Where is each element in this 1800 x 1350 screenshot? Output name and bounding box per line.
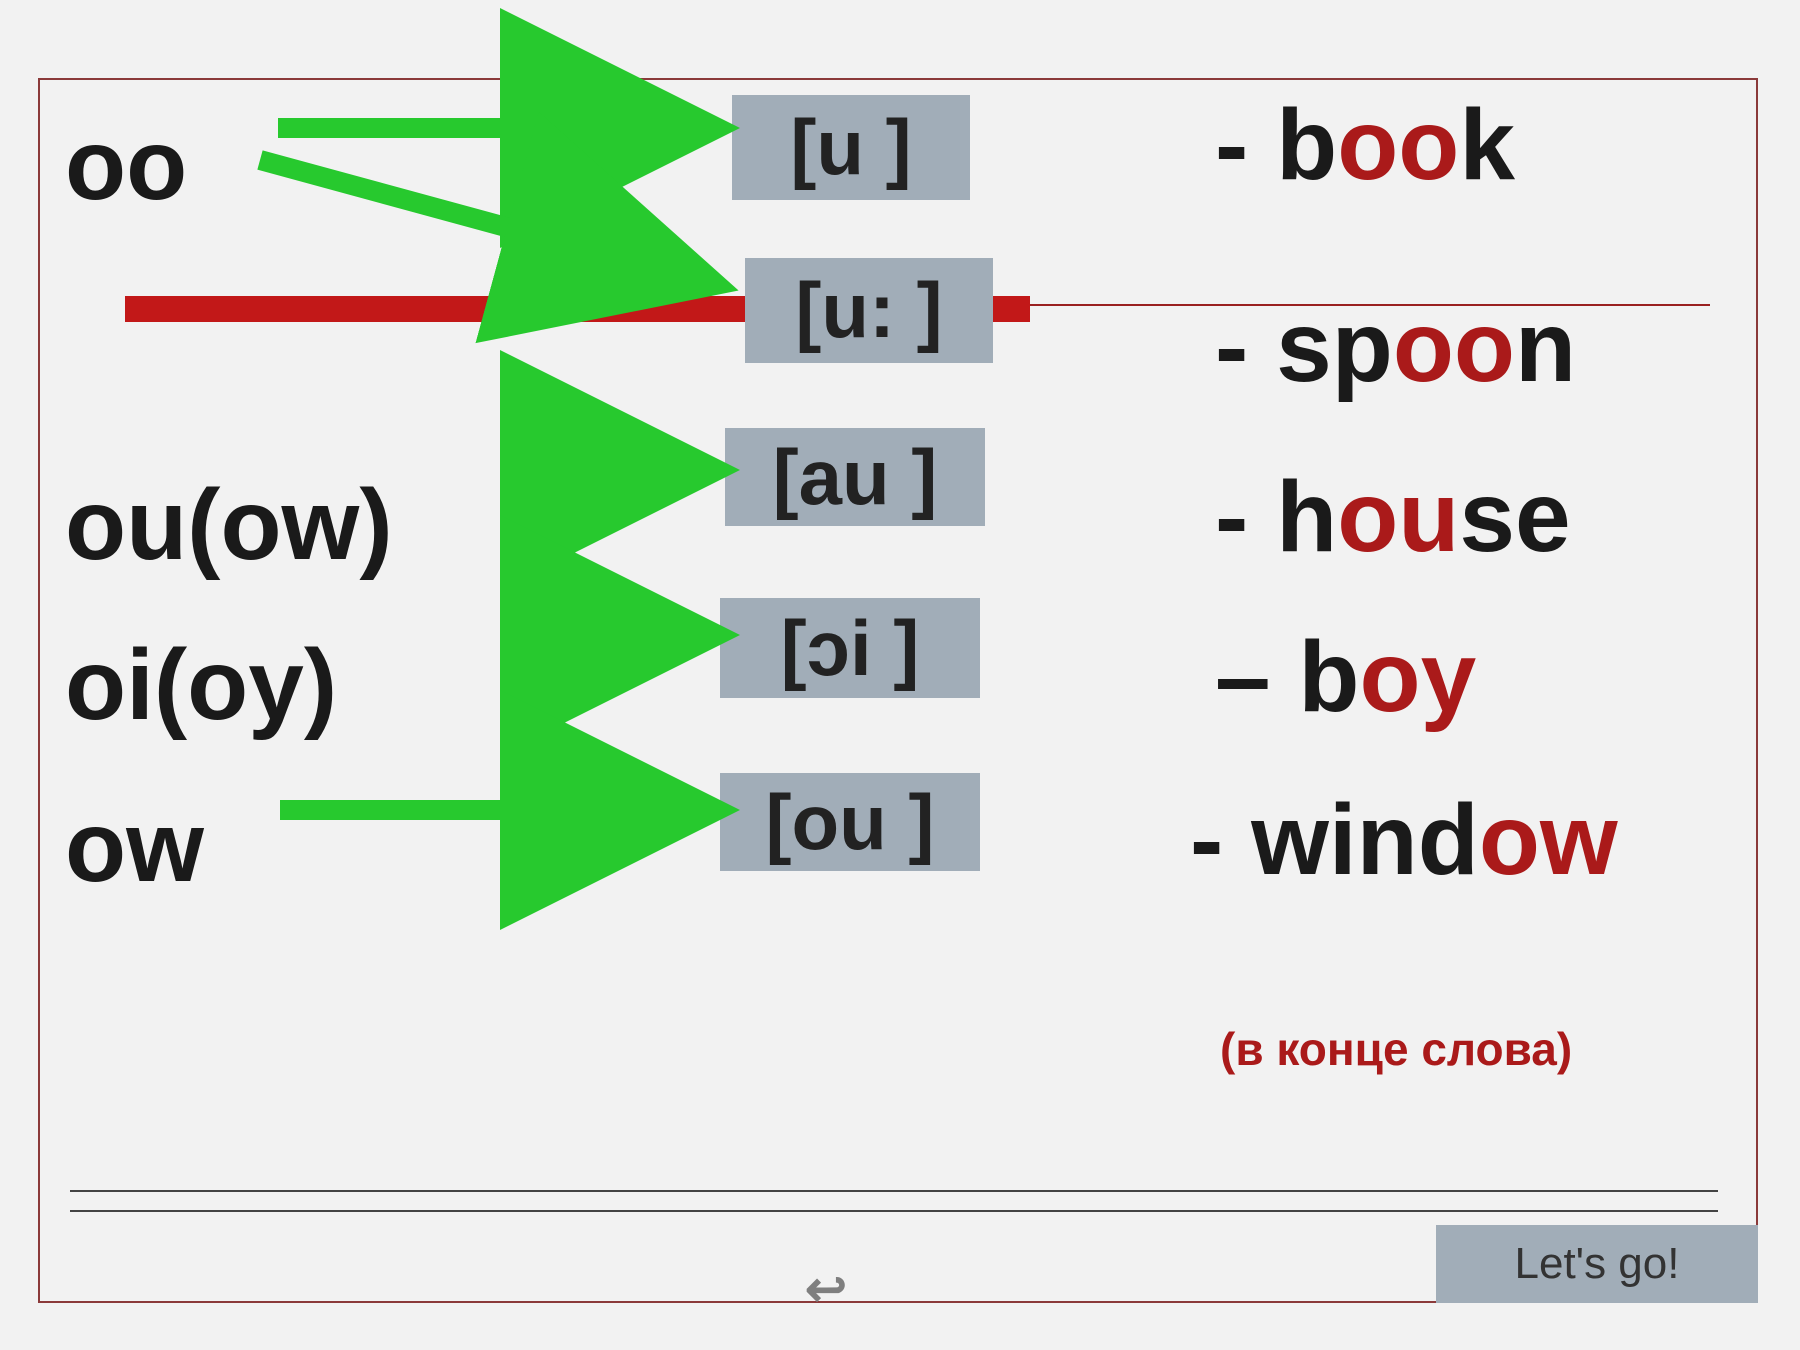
separator xyxy=(70,1190,1718,1192)
lets-go-button[interactable]: Let's go! xyxy=(1436,1225,1758,1303)
arrows xyxy=(0,0,1800,1350)
return-icon[interactable]: ↩ xyxy=(805,1260,847,1318)
separator xyxy=(70,1210,1718,1212)
note-end-of-word: (в конце слова) xyxy=(1220,1022,1572,1076)
arrow-icon xyxy=(260,160,700,280)
